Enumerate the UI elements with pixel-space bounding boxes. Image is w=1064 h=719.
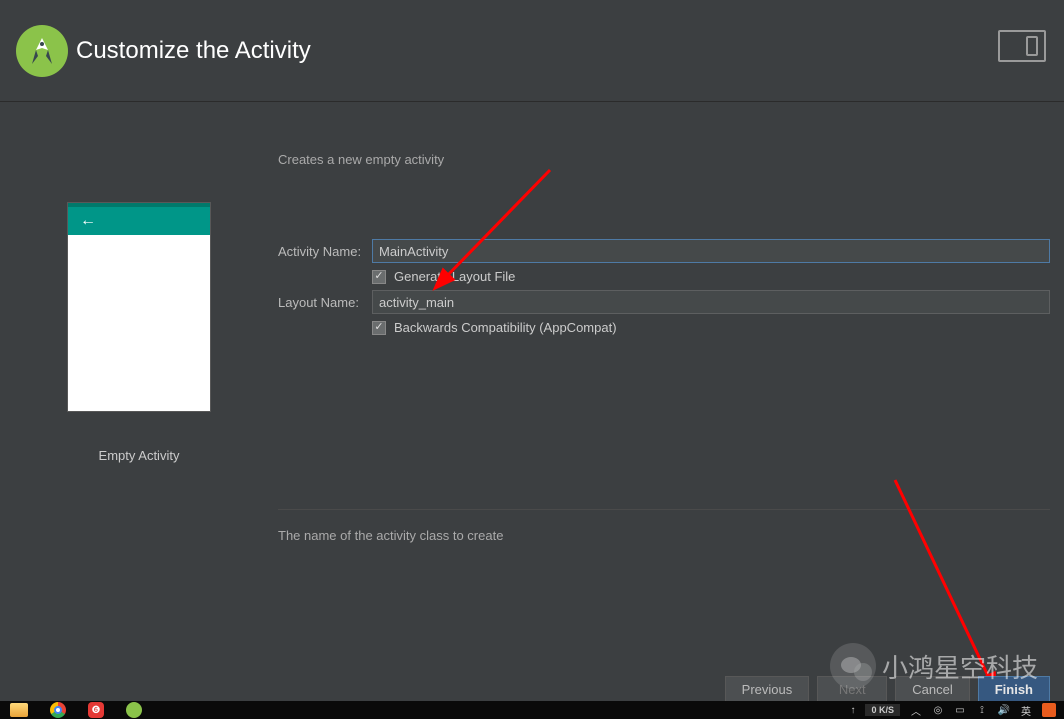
activity-name-input[interactable]: [372, 239, 1050, 263]
chevron-up-icon[interactable]: ︿: [910, 704, 922, 716]
backwards-compat-row: ✓ Backwards Compatibility (AppCompat): [372, 320, 1050, 335]
system-tray: ↑ 0 K/S ︿ ◎ ▭ ⟟ 🔊 英: [850, 701, 1056, 719]
form-column: Creates a new empty activity Activity Na…: [278, 152, 1064, 543]
sogou-icon[interactable]: [1042, 703, 1056, 717]
file-explorer-icon[interactable]: [10, 703, 28, 717]
generate-layout-checkbox[interactable]: ✓: [372, 270, 386, 284]
watermark-text: 小鸿星空科技: [882, 648, 1038, 685]
device-preview-icon: [998, 30, 1046, 62]
layout-name-row: Layout Name:: [278, 290, 1050, 314]
location-icon[interactable]: ◎: [932, 704, 944, 716]
wechat-icon: [830, 643, 876, 689]
layout-name-label: Layout Name:: [278, 295, 372, 310]
battery-icon[interactable]: ▭: [954, 704, 966, 716]
back-arrow-icon: ←: [80, 212, 96, 230]
preview-column: ← Empty Activity: [0, 152, 278, 543]
watermark: 小鸿星空科技: [830, 643, 1038, 689]
activity-name-label: Activity Name:: [278, 244, 372, 259]
intro-text: Creates a new empty activity: [278, 152, 1050, 167]
dialog-title: Customize the Activity: [76, 37, 311, 65]
upload-icon: ↑: [850, 705, 855, 716]
activity-preview: ←: [67, 202, 211, 412]
preview-label: Empty Activity: [99, 448, 180, 463]
backwards-compat-checkbox[interactable]: ✓: [372, 321, 386, 335]
dialog-content: ← Empty Activity Creates a new empty act…: [0, 102, 1064, 543]
generate-layout-row: ✓ Generate Layout File: [372, 269, 1050, 284]
layout-name-input[interactable]: [372, 290, 1050, 314]
netease-music-icon[interactable]: ❻: [88, 702, 104, 718]
chrome-icon[interactable]: [50, 702, 66, 718]
divider: [278, 509, 1050, 510]
volume-icon[interactable]: 🔊: [998, 704, 1010, 716]
help-text: The name of the activity class to create: [278, 528, 1050, 543]
activity-name-row: Activity Name:: [278, 239, 1050, 263]
wifi-icon[interactable]: ⟟: [976, 704, 988, 716]
previous-button[interactable]: Previous: [725, 676, 810, 702]
dialog-header: Customize the Activity: [0, 0, 1064, 102]
windows-taskbar: ❻ ↑ 0 K/S ︿ ◎ ▭ ⟟ 🔊 英: [0, 701, 1064, 719]
ime-lang[interactable]: 英: [1020, 704, 1032, 716]
android-studio-taskbar-icon[interactable]: [126, 702, 142, 718]
preview-titlebar: ←: [68, 203, 210, 235]
android-studio-logo-icon: [16, 25, 68, 77]
net-speed-badge: 0 K/S: [865, 704, 900, 716]
backwards-compat-label: Backwards Compatibility (AppCompat): [394, 320, 617, 335]
generate-layout-label: Generate Layout File: [394, 269, 515, 284]
